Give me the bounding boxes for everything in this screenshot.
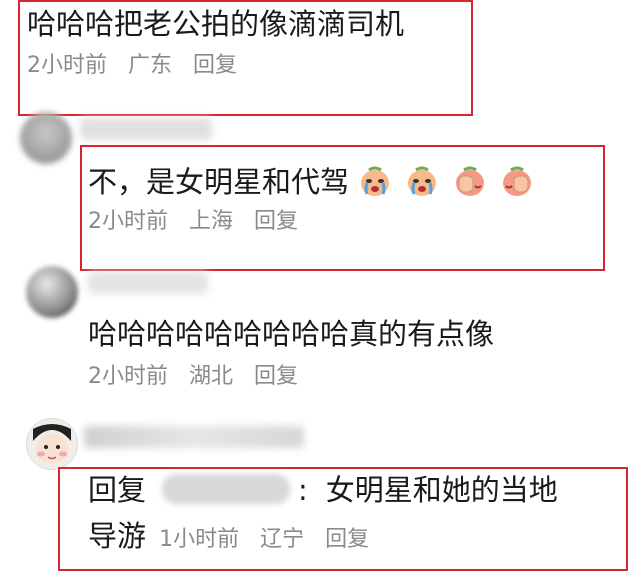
comment-4-line2: 导游 1小时前 辽宁 回复 [88, 518, 383, 554]
comment-1-location: 广东 [128, 53, 173, 78]
comment-2-text: 不，是女明星和代驾 [88, 165, 350, 199]
comment-4-time: 1小时前 [159, 527, 240, 552]
comment-4-separator: : [298, 473, 308, 507]
cartoon-face-icon [33, 424, 71, 464]
comment-2-reply-button[interactable]: 回复 [254, 209, 298, 234]
comment-1-meta: 2小时前 广东 回复 [27, 52, 251, 80]
comment-4-text-line1: 女明星和她的当地 [325, 473, 558, 507]
crying-face-emoji [361, 166, 390, 196]
mentioned-user-blurred[interactable] [162, 474, 291, 504]
username-blurred[interactable] [80, 118, 212, 140]
comment-2-meta: 2小时前 上海 回复 [88, 208, 312, 236]
username-blurred[interactable] [88, 272, 208, 294]
comment-4-meta: 1小时前 辽宁 回复 [159, 527, 383, 552]
comment-3-location: 湖北 [189, 364, 234, 389]
comment-3-text: 哈哈哈哈哈哈哈哈哈真的有点像 [88, 317, 495, 351]
comment-4-reply-prefix: 回复 [88, 473, 147, 507]
comment-4-line1: 回复: 女明星和她的当地 [88, 472, 558, 508]
comment-4-location: 辽宁 [260, 527, 305, 552]
comment-1-text: 哈哈哈把老公拍的像滴滴司机 [27, 7, 405, 41]
comment-2-time: 2小时前 [88, 209, 168, 234]
avatar[interactable] [26, 418, 78, 470]
comment-4-text-line2: 导游 [88, 519, 147, 553]
comment-3-meta: 2小时前 湖北 回复 [88, 363, 312, 391]
comment-1-reply-button[interactable]: 回复 [193, 53, 237, 78]
comment-2-location: 上海 [189, 209, 234, 234]
facepalm-emoji [502, 166, 531, 196]
crying-face-emoji [408, 166, 437, 196]
avatar[interactable] [26, 266, 78, 318]
comment-2-text-row: 不，是女明星和代驾 [88, 164, 538, 200]
username-blurred[interactable] [84, 426, 304, 448]
comment-1-time: 2小时前 [27, 53, 107, 78]
comment-3-time: 2小时前 [88, 364, 168, 389]
comment-3-reply-button[interactable]: 回复 [254, 364, 298, 389]
facepalm-emoji [455, 166, 484, 196]
avatar[interactable] [20, 112, 72, 164]
comment-4-reply-button[interactable]: 回复 [325, 527, 369, 552]
